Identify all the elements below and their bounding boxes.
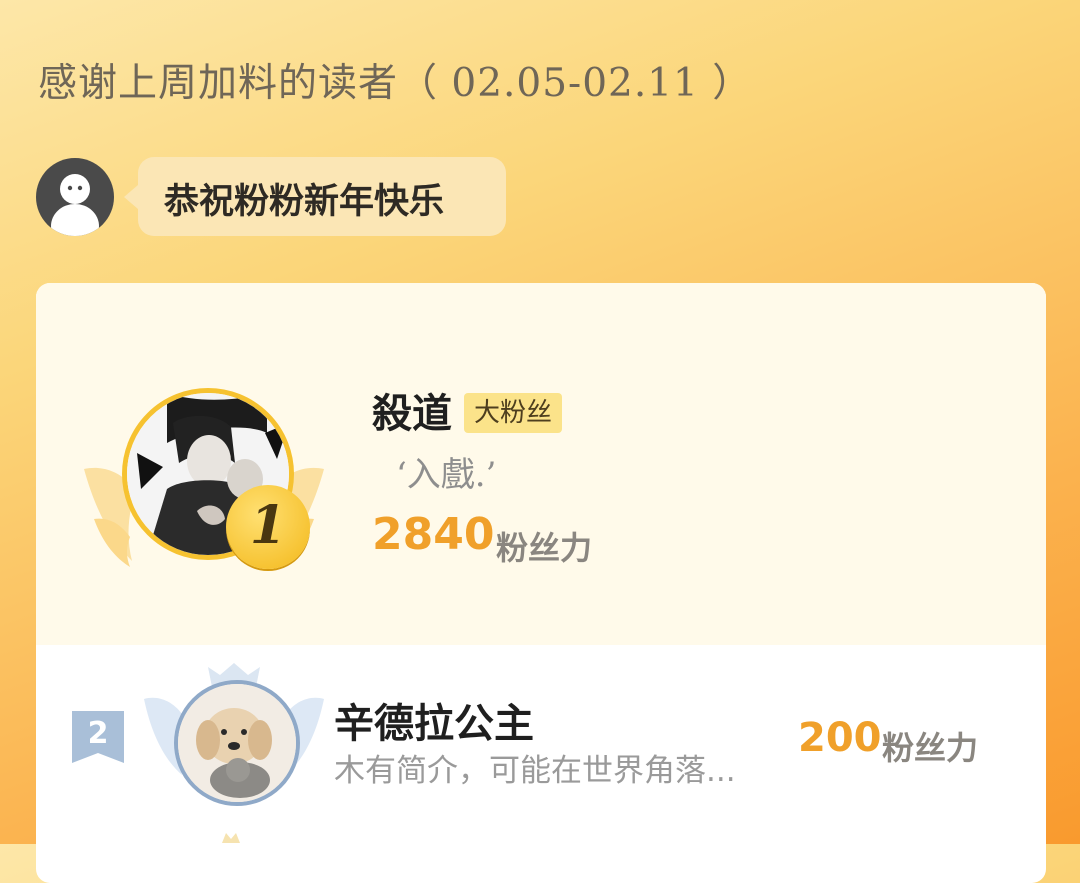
medal-icon: 1 xyxy=(226,485,310,569)
user-avatar-icon xyxy=(51,174,99,236)
rank-2-score-unit: 粉丝力 xyxy=(882,729,979,767)
avatar[interactable] xyxy=(36,158,114,236)
rank-1-score: 2840 xyxy=(372,509,495,560)
rank-2-username[interactable]: 辛德拉公主 xyxy=(334,691,534,749)
rank-2-label: 2 xyxy=(72,711,124,763)
rank-1-username[interactable]: 殺道 xyxy=(372,381,452,439)
greeting-text: 恭祝粉粉新年快乐 xyxy=(164,182,445,222)
rank-1-panel[interactable]: 1 殺道 大粉丝 ‘入戲.’ 2840 粉丝力 xyxy=(36,283,1046,645)
rank-2-bio: 木有简介，可能在世界角落... xyxy=(334,753,736,789)
rank-1-motto: ‘入戲.’ xyxy=(396,455,497,495)
crown-icon xyxy=(222,833,240,843)
dog-cat-avatar-image xyxy=(178,684,296,802)
rank-1-score-unit: 粉丝力 xyxy=(496,529,593,567)
rank-1-number: 1 xyxy=(249,495,287,556)
fan-level-badge: 大粉丝 xyxy=(464,393,563,433)
greeting-bubble: 恭祝粉粉新年快乐 xyxy=(124,157,506,236)
page-title: 感谢上周加料的读者（ 02.05-02.11 ） xyxy=(38,61,753,106)
rank-2-avatar[interactable] xyxy=(174,680,300,806)
rank-2-score: 200 xyxy=(798,715,882,761)
leaderboard-card: 1 殺道 大粉丝 ‘入戲.’ 2840 粉丝力 2 辛德拉公主 木有简介，可能在… xyxy=(36,283,1046,883)
rank-2-number: 2 xyxy=(87,716,109,751)
